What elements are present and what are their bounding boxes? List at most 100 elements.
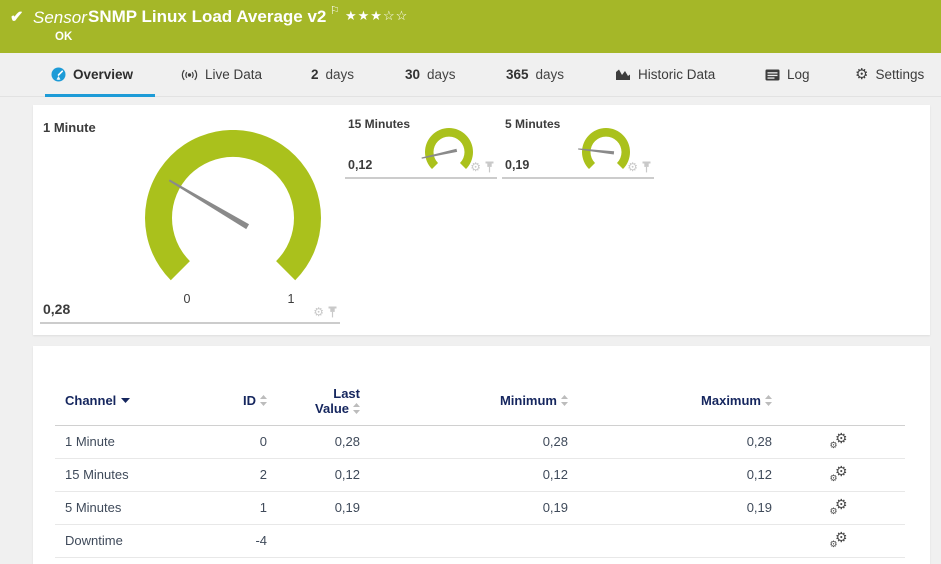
sort-icon — [561, 395, 568, 407]
gauge-value: 0,28 — [43, 301, 71, 317]
channel-settings-icon[interactable]: ⚙ ⚙ — [830, 430, 848, 450]
table-row[interactable]: 5 Minutes 1 0,19 0,19 0,19 ⚙ ⚙ — [55, 491, 905, 525]
column-label: Maximum — [701, 393, 761, 409]
flag-icon: ⚐ — [330, 5, 340, 17]
tab-live-data[interactable]: Live Data — [175, 53, 268, 96]
cell-minimum: 0,19 — [360, 491, 568, 525]
tab-bar: Overview Live Data 2 days 30 days 365 da… — [0, 53, 941, 97]
gauge-chart-15-minutes — [421, 128, 473, 169]
cell-channel: 15 Minutes — [55, 458, 215, 492]
cell-minimum — [360, 524, 568, 558]
channel-settings-icon[interactable]: ⚙ ⚙ — [830, 463, 848, 483]
gauge-block-5-minutes: 5 Minutes 0,19 ⚙ — [502, 117, 654, 179]
gauge-scale-max: 1 — [287, 292, 295, 306]
cell-last-value — [267, 524, 360, 558]
channel-settings-icon[interactable]: ⚙ ⚙ — [830, 529, 848, 549]
gauge-value: 0,19 — [505, 158, 530, 172]
cell-id: 1 — [215, 491, 267, 525]
cell-id: 2 — [215, 458, 267, 492]
pin-icon[interactable] — [642, 161, 651, 173]
column-header-actions — [772, 377, 905, 426]
gauge-settings-icon[interactable]: ⚙ — [313, 306, 324, 318]
tab-label: Overview — [73, 67, 134, 82]
sort-icon — [260, 395, 267, 407]
live-data-icon — [181, 69, 198, 80]
gauge-scale-min: 0 — [183, 292, 191, 306]
gauge-arc — [582, 128, 630, 169]
gauge-settings-icon[interactable]: ⚙ — [470, 161, 481, 173]
tab-365-days[interactable]: 365 days — [500, 53, 570, 96]
gauge-value: 0,12 — [348, 158, 373, 172]
table-header-row: Channel ID Last Value Minimum Maximum — [55, 377, 905, 426]
pin-icon[interactable] — [485, 161, 494, 173]
column-header-minimum[interactable]: Minimum — [360, 377, 568, 426]
table-row[interactable]: Downtime -4 ⚙ ⚙ — [55, 524, 905, 558]
column-header-channel[interactable]: Channel — [55, 377, 215, 426]
tab-2-days[interactable]: 2 days — [305, 53, 360, 96]
channel-settings-icon[interactable]: ⚙ ⚙ — [830, 496, 848, 516]
gauge-chart-5-minutes — [578, 128, 630, 169]
historic-chart-icon — [616, 69, 630, 80]
tab-label: Settings — [875, 67, 925, 82]
gauge-arc — [145, 130, 321, 281]
column-label-line2: Value — [315, 400, 349, 416]
sensor-header: ✔ Sensor SNMP Linux Load Average v2 ⚐ ★★… — [0, 0, 941, 53]
stars-empty[interactable]: ☆☆ — [383, 8, 408, 23]
tab-number: 365 — [506, 67, 529, 82]
pin-icon[interactable] — [328, 306, 337, 318]
tab-historic-data[interactable]: Historic Data — [609, 53, 721, 96]
cell-maximum — [568, 524, 772, 558]
tab-number: 30 — [405, 67, 421, 82]
cell-maximum: 0,28 — [568, 425, 772, 459]
log-icon — [765, 69, 780, 80]
gauge-settings-icon[interactable]: ⚙ — [627, 161, 638, 173]
table-row[interactable]: 1 Minute 0 0,28 0,28 0,28 ⚙ ⚙ — [55, 425, 905, 459]
tab-number: 2 — [311, 67, 319, 82]
stars-filled[interactable]: ★★★ — [345, 8, 383, 23]
sort-icon — [353, 402, 360, 414]
tab-30-days[interactable]: 30 days — [399, 53, 462, 96]
cell-channel: 5 Minutes — [55, 491, 215, 525]
gauge-toolbar: ⚙ — [627, 161, 651, 173]
cell-maximum: 0,12 — [568, 458, 772, 492]
cell-minimum: 0,12 — [360, 458, 568, 492]
status-check-icon: ✔ — [10, 9, 24, 26]
gauge-arc — [425, 128, 473, 169]
table-row[interactable]: 15 Minutes 2 0,12 0,12 0,12 ⚙ ⚙ — [55, 458, 905, 492]
tab-settings[interactable]: ⚙ Settings — [849, 53, 930, 96]
cell-last-value: 0,28 — [267, 425, 360, 459]
channels-table: Channel ID Last Value Minimum Maximum 1 … — [55, 377, 905, 558]
cell-channel: 1 Minute — [55, 425, 215, 459]
column-label: Channel — [65, 393, 117, 409]
tab-overview[interactable]: Overview — [45, 53, 155, 97]
cell-channel: Downtime — [55, 524, 215, 558]
priority-stars[interactable]: ★★★☆☆ — [345, 8, 408, 24]
gauge-icon — [51, 67, 66, 82]
sensor-title: SNMP Linux Load Average v2 — [88, 7, 327, 26]
gauge-toolbar: ⚙ — [313, 306, 337, 318]
column-label: ID — [243, 393, 256, 409]
cell-minimum: 0,28 — [360, 425, 568, 459]
tab-label: days — [427, 67, 456, 82]
gauge-block-15-minutes: 15 Minutes 0,12 ⚙ — [345, 117, 497, 179]
cell-last-value: 0,12 — [267, 458, 360, 492]
channels-panel: Channel ID Last Value Minimum Maximum 1 … — [33, 346, 930, 564]
column-label-line1: Last — [333, 385, 360, 401]
column-header-maximum[interactable]: Maximum — [568, 377, 772, 426]
gauge-needle — [168, 179, 250, 230]
gauge-toolbar: ⚙ — [470, 161, 494, 173]
tab-log[interactable]: Log — [759, 53, 816, 96]
object-kind-label: Sensor — [33, 8, 87, 27]
prtg-sensor-page: ✔ Sensor SNMP Linux Load Average v2 ⚐ ★★… — [0, 0, 941, 564]
sort-caret-down-icon — [121, 398, 131, 404]
gauges-panel: 1 Minute 0 1 0,28 ⚙ 15 Minutes 0,12 ⚙ 5 … — [33, 105, 930, 335]
cell-id: -4 — [215, 524, 267, 558]
gauge-title: 15 Minutes — [348, 117, 411, 131]
column-header-id[interactable]: ID — [215, 377, 267, 426]
tab-label: days — [535, 67, 565, 82]
tab-label: Historic Data — [638, 67, 716, 82]
tab-label: Live Data — [205, 67, 263, 82]
settings-gear-icon: ⚙ — [855, 66, 869, 83]
column-header-last-value[interactable]: Last Value — [267, 377, 360, 426]
tab-label: Log — [787, 67, 810, 82]
